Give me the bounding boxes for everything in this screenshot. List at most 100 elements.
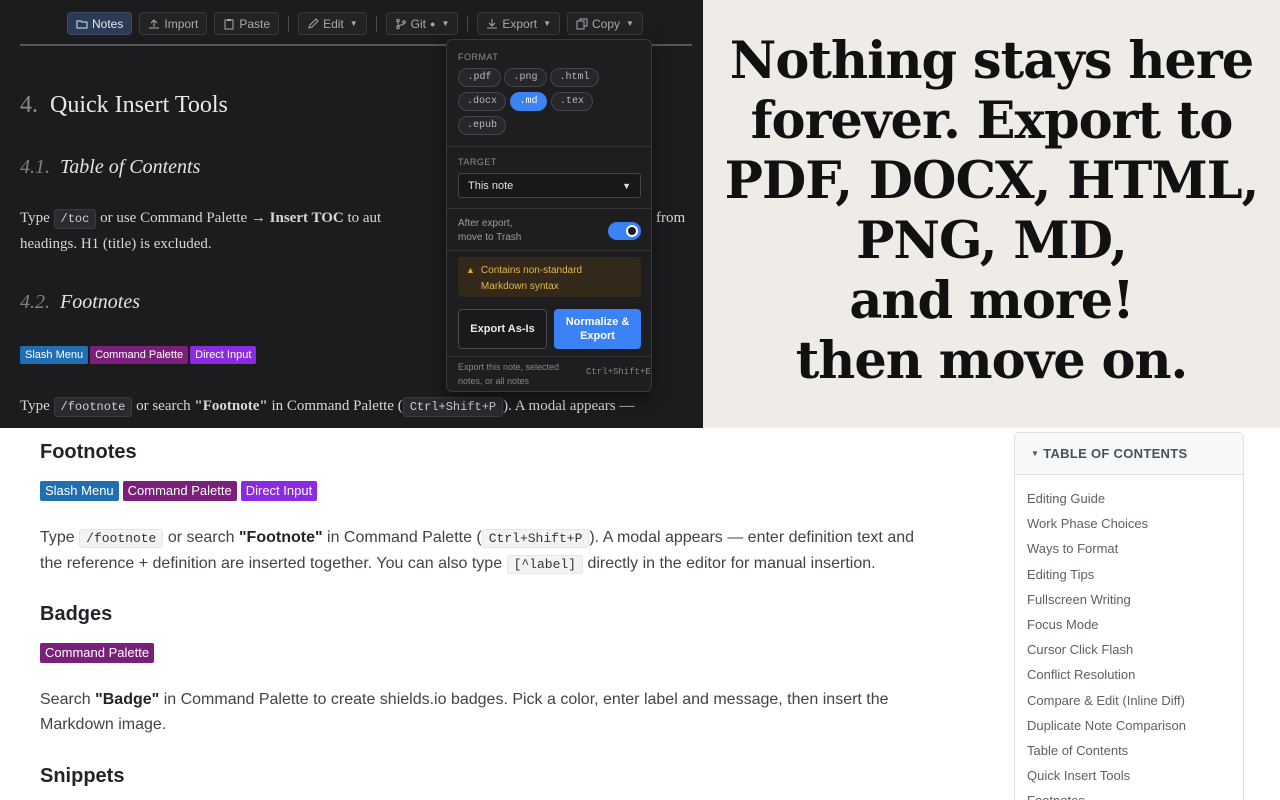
text: in Command Palette ( — [327, 529, 482, 546]
toc-header[interactable]: ▼ TABLE OF CONTENTS — [1015, 433, 1243, 475]
toolbar-divider — [288, 15, 290, 32]
normalize-export-button[interactable]: Normalize & Export — [554, 309, 641, 349]
clipboard-icon — [224, 18, 234, 29]
inline-code: /footnote — [79, 529, 164, 548]
copy-icon — [576, 18, 588, 29]
heading-text: Table of Contents — [60, 156, 201, 178]
text: in Command Palette ( — [271, 398, 403, 414]
toc-item[interactable]: Editing Guide — [1027, 486, 1186, 511]
text: Export this note, selected — [458, 362, 560, 372]
menu-divider — [447, 356, 651, 357]
keyboard-shortcut: Ctrl+Shift+P — [402, 397, 504, 417]
text: or search — [136, 398, 191, 414]
format-chip-tex[interactable]: .tex — [551, 92, 593, 111]
toc-item[interactable]: Conflict Resolution — [1027, 662, 1186, 687]
import-label: Import — [164, 16, 199, 31]
text: Type — [20, 398, 50, 414]
text: ). A modal appears — — [503, 398, 635, 414]
chevron-down-icon: ▼ — [622, 180, 631, 191]
chevron-down-icon: ▼ — [441, 19, 450, 28]
paste-label: Paste — [239, 16, 271, 31]
pencil-icon — [308, 17, 319, 29]
chevron-down-icon: ▼ — [626, 19, 634, 28]
syntax-warning: ▲ Contains non-standard Markdown syntax — [458, 257, 641, 297]
text: to aut — [347, 210, 382, 226]
target-select[interactable]: This note ▼ — [458, 173, 641, 198]
bold-text: Insert TOC — [269, 210, 344, 226]
toc-title: TABLE OF CONTENTS — [1043, 446, 1188, 461]
format-chip-md[interactable]: .md — [510, 92, 547, 111]
toc-paragraph-right: from — [656, 210, 686, 226]
format-chip-docx[interactable]: .docx — [458, 92, 506, 111]
toc-item[interactable]: Table of Contents — [1027, 738, 1186, 763]
footnotes-badge-row: Slash Menu Command Palette Direct Input — [40, 481, 318, 501]
text: Markdown syntax — [480, 281, 559, 292]
paste-button[interactable]: Paste — [214, 12, 280, 35]
download-icon — [487, 18, 498, 28]
promo-line: PDF, DOCX, HTML, — [724, 151, 1260, 211]
notes-label: Notes — [92, 16, 124, 31]
git-label: Git — [410, 16, 427, 31]
upload-icon — [149, 18, 160, 28]
collapse-triangle-icon: ▼ — [1031, 449, 1040, 458]
toc-item[interactable]: Compare & Edit (Inline Diff) — [1027, 688, 1186, 713]
format-chip-epub[interactable]: .epub — [458, 116, 506, 135]
toggle-knob — [626, 225, 638, 237]
import-button[interactable]: Import — [139, 12, 208, 35]
toc-item[interactable]: Cursor Click Flash — [1027, 637, 1186, 662]
text: Search — [40, 691, 91, 708]
format-chip-html[interactable]: .html — [550, 68, 599, 87]
promo-line: and more! — [849, 271, 1134, 331]
toc-item[interactable]: Focus Mode — [1027, 612, 1186, 637]
toc-paragraph-line1: Type /toc or use Command Palette → Inser… — [20, 205, 381, 233]
heading-number: 4.1. — [20, 156, 50, 178]
move-to-trash-toggle[interactable] — [608, 222, 641, 240]
toc-item[interactable]: Quick Insert Tools — [1027, 763, 1186, 788]
menu-divider — [447, 250, 651, 251]
text: Markdown image. — [40, 716, 167, 733]
export-button[interactable]: Export ▼ — [477, 12, 560, 35]
toolbar-divider — [375, 15, 377, 32]
edit-label: Edit — [323, 16, 344, 31]
target-label: TARGET — [458, 157, 497, 167]
text: the reference + definition are inserted … — [40, 555, 503, 572]
warning-icon: ▲ — [466, 265, 475, 275]
toc-item[interactable]: Footnotes — [1027, 788, 1186, 800]
git-branch-icon — [395, 18, 406, 29]
text: notes, or all notes — [458, 376, 530, 386]
copy-label: Copy — [591, 16, 620, 31]
notes-button[interactable]: Notes — [67, 12, 133, 35]
editor-toolbar: Notes Import Paste Edit ▼ Git ● ▼ Export… — [67, 12, 643, 35]
toc-item[interactable]: Fullscreen Writing — [1027, 587, 1186, 612]
text: directly in the editor for manual insert… — [587, 555, 876, 572]
chevron-down-icon: ▼ — [543, 19, 551, 28]
toc-list: Editing Guide Work Phase Choices Ways to… — [1027, 486, 1186, 800]
promo-line: Nothing stays here — [729, 31, 1254, 91]
trash-toggle-label: After export, move to Trash — [458, 217, 521, 245]
menu-divider — [447, 208, 651, 209]
export-dropdown: FORMAT .pdf .png .html .docx .md .tex .e… — [446, 39, 652, 392]
text: Type — [40, 529, 75, 546]
promo-panel: Nothing stays here forever. Export to PD… — [703, 0, 1280, 428]
export-label: Export — [502, 16, 538, 31]
edit-button[interactable]: Edit ▼ — [298, 12, 367, 35]
badge-direct-input: Direct Input — [240, 481, 318, 501]
git-button[interactable]: Git ● ▼ — [385, 12, 459, 35]
toc-item[interactable]: Work Phase Choices — [1027, 511, 1186, 536]
format-chip-pdf[interactable]: .pdf — [458, 68, 501, 87]
dark-badge-row: Slash Menu Command Palette Direct Input — [20, 346, 257, 364]
copy-button[interactable]: Copy ▼ — [566, 12, 643, 35]
toc-item[interactable]: Editing Tips — [1027, 562, 1186, 587]
badge-direct-input: Direct Input — [190, 346, 257, 364]
toc-item[interactable]: Duplicate Note Comparison — [1027, 713, 1186, 738]
export-footer-hint: Export this note, selected notes, or all… — [458, 360, 559, 388]
subheading-footnotes: 4.2. Footnotes — [20, 291, 140, 314]
format-chip-png[interactable]: .png — [504, 68, 547, 87]
export-as-is-button[interactable]: Export As-Is — [458, 309, 547, 349]
footnotes-paragraph: Type /footnote or search "Footnote" in C… — [40, 525, 970, 577]
toc-item[interactable]: Ways to Format — [1027, 536, 1186, 561]
text: Export — [580, 330, 615, 342]
bold-text: "Footnote" — [238, 529, 323, 546]
badge-command-palette: Command Palette — [40, 643, 155, 663]
menu-divider — [447, 146, 651, 147]
